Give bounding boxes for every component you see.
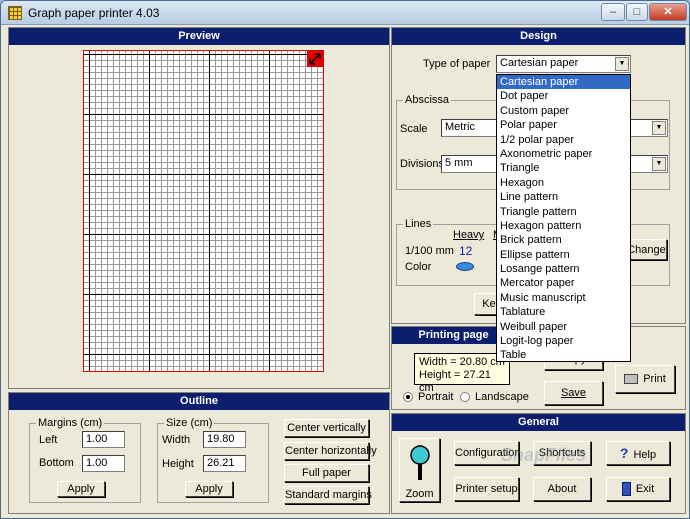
divisions-value: 5 mm: [445, 157, 473, 169]
paper-type-option[interactable]: Ellipse pattern: [497, 248, 630, 262]
center-vertically-button[interactable]: Center vertically: [284, 419, 369, 437]
abscissa-group-label: Abscissa: [403, 94, 452, 106]
paper-type-option[interactable]: Line pattern: [497, 190, 630, 204]
margin-bottom-input[interactable]: 1.00: [82, 455, 125, 472]
graph-paper-preview[interactable]: [83, 50, 324, 372]
tooltip-width: Width = 20.80 cm: [419, 356, 505, 368]
heavy-color-swatch[interactable]: [456, 262, 474, 271]
paper-type-option[interactable]: Music manuscript: [497, 291, 630, 305]
portrait-radio[interactable]: [403, 392, 413, 402]
design-header: Design: [392, 28, 685, 45]
paper-type-option[interactable]: Dot paper: [497, 89, 630, 103]
preview-header: Preview: [9, 28, 389, 45]
paper-type-option[interactable]: 1/2 polar paper: [497, 133, 630, 147]
exit-door-icon: [621, 482, 631, 497]
paper-type-option[interactable]: Axonometric paper: [497, 147, 630, 161]
exit-button[interactable]: Exit: [606, 477, 670, 501]
margin-left-input[interactable]: 1.00: [82, 431, 125, 448]
zoom-button[interactable]: Zoom: [399, 438, 440, 502]
help-button[interactable]: ? Help: [606, 441, 670, 465]
paper-type-option[interactable]: Triangle pattern: [497, 205, 630, 219]
lines-group-label: Lines: [403, 218, 434, 230]
outline-header: Outline: [9, 393, 389, 410]
maximize-button[interactable]: □: [626, 3, 648, 21]
size-width-label: Width: [162, 434, 191, 446]
size-apply-button[interactable]: Apply: [185, 481, 233, 497]
printer-setup-button[interactable]: Printer setup: [454, 477, 519, 501]
type-of-paper-value: Cartesian paper: [500, 57, 579, 69]
type-of-paper-label: Type of paper: [423, 58, 491, 70]
resize-corner-handle[interactable]: [307, 51, 323, 67]
scale-label: Scale: [400, 123, 428, 135]
help-label: Help: [633, 449, 657, 461]
print-button[interactable]: Print: [615, 365, 675, 393]
about-button[interactable]: About: [533, 477, 591, 501]
magnifier-icon: [409, 445, 430, 480]
heavy-line-width[interactable]: 12: [459, 244, 472, 258]
scale-value: Metric: [445, 121, 475, 133]
question-icon: ?: [619, 445, 629, 461]
zoom-label: Zoom: [405, 488, 434, 500]
paper-type-option[interactable]: Hexagon: [497, 176, 630, 190]
paper-type-option[interactable]: Custom paper: [497, 104, 630, 118]
window-title: Graph paper printer 4.03: [28, 6, 160, 20]
paper-type-option[interactable]: Hexagon pattern: [497, 219, 630, 233]
size-width-input[interactable]: 19.80: [203, 431, 246, 448]
margin-left-label: Left: [39, 434, 58, 446]
exit-label: Exit: [635, 483, 655, 495]
paper-type-option[interactable]: Table: [497, 348, 630, 362]
change-button[interactable]: Change: [626, 239, 667, 260]
save-button[interactable]: Save: [544, 381, 603, 405]
type-of-paper-select[interactable]: Cartesian paper ▼: [496, 55, 631, 73]
line-color-label: Color: [405, 261, 432, 273]
line-unit-label: 1/100 mm: [405, 245, 454, 257]
close-button[interactable]: ✕: [649, 3, 687, 21]
paper-type-option[interactable]: Logit-log paper: [497, 334, 630, 348]
minimize-button[interactable]: –: [601, 3, 625, 21]
graph-paper-app-icon: [8, 6, 22, 20]
chevron-down-icon[interactable]: ▼: [652, 157, 666, 171]
tooltip-height: Height = 27.21 cm: [419, 369, 491, 394]
paper-type-option[interactable]: Tablature: [497, 305, 630, 319]
size-height-input[interactable]: 26.21: [203, 455, 246, 472]
app-window: Graph paper printer 4.03 – □ ✕ Preview O…: [0, 0, 690, 519]
print-label: Print: [643, 373, 666, 385]
margins-apply-button[interactable]: Apply: [57, 481, 105, 497]
paper-type-option[interactable]: Triangle: [497, 161, 630, 175]
printer-icon: [624, 374, 639, 385]
paper-type-dropdown-list[interactable]: Cartesian paper Dot paper Custom paper Pola…: [496, 74, 631, 362]
size-height-label: Height: [162, 458, 194, 470]
paper-type-option[interactable]: Mercator paper: [497, 276, 630, 290]
margins-group-label: Margins (cm): [36, 417, 105, 429]
paper-type-option[interactable]: Cartesian paper: [497, 75, 630, 90]
size-group-label: Size (cm): [164, 417, 215, 429]
snapfiles-watermark: SnapFiles: [501, 445, 587, 465]
title-bar: Graph paper printer 4.03 – □ ✕: [1, 1, 689, 25]
heavy-column-label: Heavy: [453, 229, 485, 241]
margin-bottom-label: Bottom: [39, 457, 74, 469]
general-header: General: [392, 414, 685, 431]
paper-type-option[interactable]: Losange pattern: [497, 262, 630, 276]
paper-type-option[interactable]: Polar paper: [497, 118, 630, 132]
standard-margins-button[interactable]: Standard margins: [284, 486, 372, 504]
chevron-down-icon[interactable]: ▼: [652, 121, 666, 135]
center-horizontally-button[interactable]: Center horizontally: [284, 442, 377, 460]
full-paper-button[interactable]: Full paper: [284, 464, 369, 482]
paper-type-option[interactable]: Brick pattern: [497, 233, 630, 247]
paper-type-option[interactable]: Weibull paper: [497, 320, 630, 334]
resize-arrow-icon: [309, 53, 321, 65]
chevron-down-icon[interactable]: ▼: [615, 57, 629, 71]
divisions-label: Divisions: [400, 158, 445, 170]
